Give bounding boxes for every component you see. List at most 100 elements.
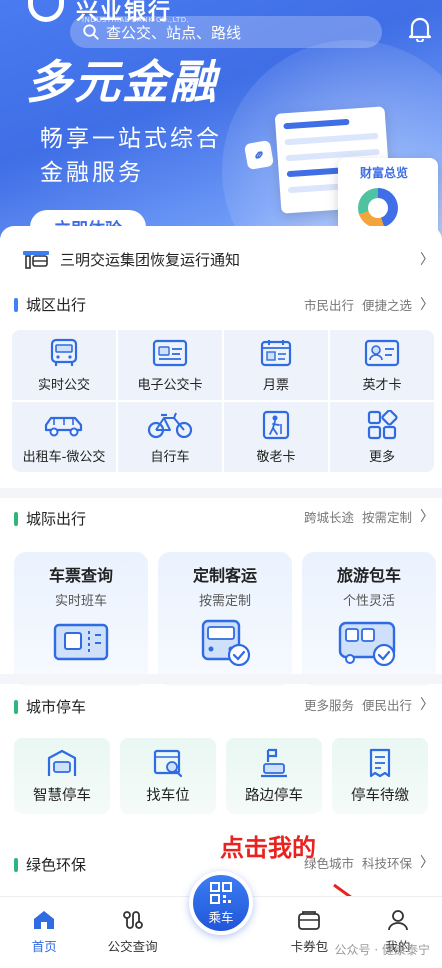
tab-bus-query[interactable]: 公交查询: [88, 897, 176, 968]
promo-banner[interactable]: 兴业银行 INDUSTRIAL BANK CO.,LTD. 查公交、站点、路线 …: [0, 0, 442, 250]
tab-label: 公交查询: [107, 939, 158, 954]
section-link[interactable]: 按需定制: [362, 507, 412, 526]
intercity-cards: 车票查询 实时班车 定制客运 按需定制 旅游包车 个性灵活: [14, 552, 436, 686]
ticket-icon: [53, 623, 109, 661]
section-divider: [0, 674, 442, 684]
section-link[interactable]: 便民出行: [362, 695, 412, 714]
card-title: 车票查询: [48, 566, 113, 585]
user-icon: [387, 910, 408, 931]
section-links-intercity[interactable]: 跨城长途 按需定制 〉: [304, 506, 434, 526]
bicycle-icon: [147, 412, 193, 438]
grid-item-more[interactable]: 更多: [330, 402, 434, 472]
section-title-green: 绿色环保: [14, 854, 86, 875]
card-subtitle: 个性灵活: [342, 594, 395, 609]
roadside-parking-icon: [261, 748, 287, 777]
donut-chart-icon: [358, 188, 398, 228]
section-title-text: 绿色环保: [26, 856, 87, 874]
grid-item-label: 自行车: [150, 449, 190, 465]
tab-home[interactable]: 首页: [0, 897, 88, 968]
banner-subtitle-line2: 金融服务: [40, 160, 144, 186]
ride-button[interactable]: 乘车: [189, 871, 254, 935]
bus-card-icon: [152, 339, 188, 366]
card-custom-transport[interactable]: 定制客运 按需定制: [158, 552, 292, 686]
find-parking-icon: [153, 749, 183, 777]
qr-code-icon: [210, 881, 233, 904]
card-label: 找车位: [146, 787, 190, 804]
wealth-overview-label: 财富总览: [360, 166, 409, 180]
grid-item-label: 实时公交: [37, 377, 90, 393]
section-title-intercity: 城际出行: [14, 508, 86, 529]
grid-item-talent-card[interactable]: 英才卡: [330, 330, 434, 400]
tab-label: 乘车: [208, 909, 234, 925]
card-ticket-query[interactable]: 车票查询 实时班车: [14, 552, 148, 686]
grid-item-taxi[interactable]: 出租车-微公交: [12, 402, 116, 472]
section-link[interactable]: 市民出行: [304, 295, 354, 314]
city-travel-grid: 实时公交 电子公交卡 月票 英才卡 出租车-微公交 自行车 敬老卡 更多: [12, 330, 434, 472]
annotation-text: 点击我的: [220, 834, 316, 862]
route-icon: [122, 911, 143, 929]
section-link[interactable]: 便捷之选: [362, 295, 412, 314]
card-label: 路边停车: [245, 787, 303, 804]
section-title-text: 城区出行: [26, 296, 87, 314]
section-link[interactable]: 更多服务: [304, 695, 354, 714]
section-links-parking[interactable]: 更多服务 便民出行 〉: [304, 694, 434, 714]
section-divider: [0, 488, 442, 498]
banner-title: 多元金融: [26, 55, 218, 109]
watermark-text: 公众号 · 健康泰宁: [334, 943, 430, 957]
grid-item-realtime-bus[interactable]: 实时公交: [12, 330, 116, 400]
chevron-right-icon: 〉: [420, 297, 434, 313]
parking-bill-icon: [369, 748, 391, 777]
card-tour-charter[interactable]: 旅游包车 个性灵活: [302, 552, 436, 686]
parking-cards: 智慧停车 找车位 路边停车 停车待缴: [14, 738, 428, 814]
parking-garage-icon: [47, 749, 77, 776]
coach-check-icon: [201, 619, 251, 667]
section-link[interactable]: 科技环保: [362, 853, 412, 872]
tab-ride[interactable]: 乘车: [177, 871, 265, 968]
wallet-icon: [298, 911, 321, 930]
tab-label: 首页: [31, 939, 57, 954]
search-input[interactable]: 查公交、站点、路线: [70, 16, 382, 48]
grid-item-label: 电子公交卡: [137, 377, 203, 393]
section-links-city-travel[interactable]: 市民出行 便捷之选 〉: [304, 294, 434, 314]
bank-logo-icon: [28, 0, 64, 22]
card-roadside-parking[interactable]: 路边停车: [226, 738, 322, 814]
search-placeholder: 查公交、站点、路线: [106, 23, 242, 42]
card-parking-payment[interactable]: 停车待缴: [332, 738, 428, 814]
notice-bar[interactable]: 三明交运集团恢复运行通知 〉: [22, 248, 434, 270]
grid-item-elder-card[interactable]: 敬老卡: [224, 402, 328, 472]
card-subtitle: 按需定制: [198, 594, 251, 609]
notification-bell-icon[interactable]: [408, 16, 432, 46]
chevron-right-icon: 〉: [420, 855, 434, 871]
section-links-green[interactable]: 绿色城市 科技环保 〉: [304, 852, 434, 872]
grid-item-label: 敬老卡: [256, 449, 296, 465]
link-icon: [243, 139, 275, 171]
tab-label: 卡券包: [290, 939, 329, 954]
chevron-right-icon: 〉: [420, 252, 434, 268]
bus-icon: [50, 338, 78, 366]
main-content: 三明交运集团恢复运行通知 〉 城区出行 市民出行 便捷之选 〉 实时公交 电子公…: [0, 226, 442, 968]
bus-stop-icon: [23, 251, 49, 269]
section-title-city-travel: 城区出行: [14, 294, 86, 315]
card-label: 智慧停车: [33, 787, 91, 804]
card-smart-parking[interactable]: 智慧停车: [14, 738, 110, 814]
card-title: 定制客运: [192, 566, 257, 585]
grid-item-e-bus-card[interactable]: 电子公交卡: [118, 330, 222, 400]
grid-item-label: 英才卡: [362, 377, 402, 393]
card-label: 停车待缴: [351, 787, 409, 804]
grid-item-label: 出租车-微公交: [22, 449, 106, 465]
section-link[interactable]: 跨城长途: [304, 507, 354, 526]
card-subtitle: 实时班车: [54, 594, 107, 609]
section-title-text: 城市停车: [26, 698, 87, 716]
grid-item-bicycle[interactable]: 自行车: [118, 402, 222, 472]
talent-card-icon: [364, 339, 400, 366]
chevron-right-icon: 〉: [420, 509, 434, 525]
grid-item-monthly-ticket[interactable]: 月票: [224, 330, 328, 400]
section-title-parking: 城市停车: [14, 696, 86, 717]
card-find-space[interactable]: 找车位: [120, 738, 216, 814]
section-title-text: 城际出行: [26, 510, 87, 528]
charter-bus-icon: [338, 621, 396, 667]
taxi-icon: [44, 416, 83, 436]
grid-item-label: 月票: [262, 377, 289, 393]
more-icon: [367, 409, 398, 439]
search-icon: [83, 24, 99, 40]
